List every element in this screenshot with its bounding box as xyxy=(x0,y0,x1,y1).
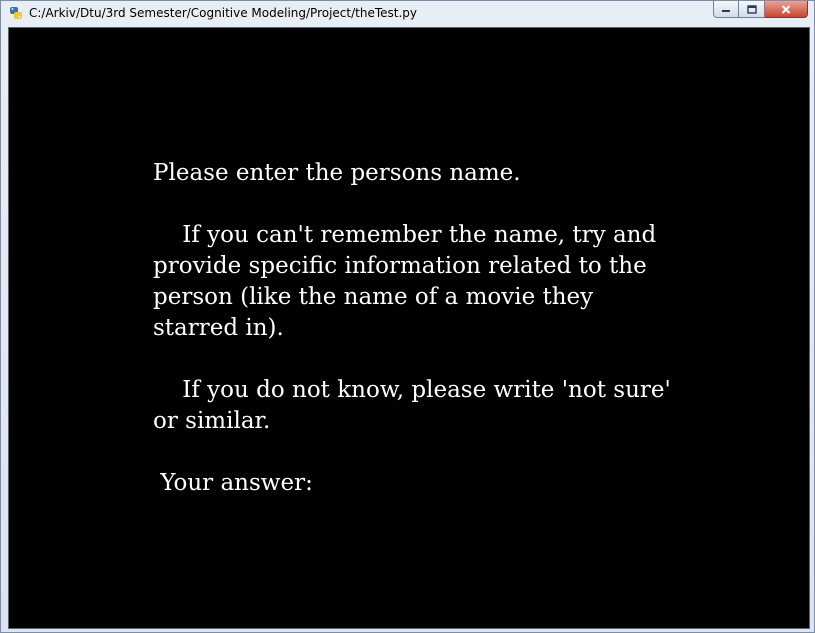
instruction-paragraph-2: If you can't remember the name, try and … xyxy=(153,222,664,341)
maximize-icon xyxy=(746,4,757,14)
app-window: C:/Arkiv/Dtu/3rd Semester/Cognitive Mode… xyxy=(0,0,815,633)
minimize-button[interactable] xyxy=(713,1,739,18)
instruction-paragraph-3: If you do not know, please write 'not su… xyxy=(153,377,679,434)
caption-buttons xyxy=(713,1,808,19)
minimize-icon xyxy=(722,10,730,12)
title-bar[interactable]: C:/Arkiv/Dtu/3rd Semester/Cognitive Mode… xyxy=(1,1,814,26)
python-icon xyxy=(10,7,22,19)
pygame-display[interactable]: Please enter the persons name. If you ca… xyxy=(8,27,810,629)
close-button[interactable] xyxy=(765,1,808,18)
answer-label: Your answer: xyxy=(153,470,313,496)
instruction-line-1: Please enter the persons name. xyxy=(153,160,521,186)
maximize-button[interactable] xyxy=(739,1,765,18)
close-icon xyxy=(781,4,791,14)
window-title: C:/Arkiv/Dtu/3rd Semester/Cognitive Mode… xyxy=(29,6,418,20)
instruction-text: Please enter the persons name. If you ca… xyxy=(153,158,683,499)
